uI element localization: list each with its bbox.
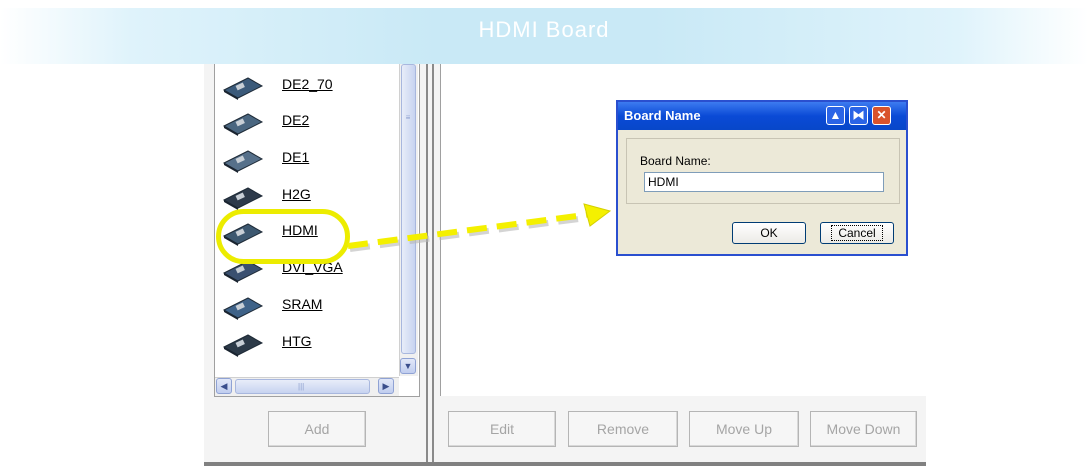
board-icon	[222, 297, 264, 320]
list-item[interactable]: DE2_70	[218, 70, 394, 106]
highlight-ellipse	[216, 209, 350, 264]
list-item-label: H2G	[282, 186, 311, 202]
list-item[interactable]: DE1	[218, 143, 394, 179]
scroll-right-button[interactable]: ▶	[378, 378, 394, 394]
list-item-label: DE2_70	[282, 76, 333, 92]
close-icon[interactable]: ✕	[872, 106, 891, 125]
board-icon	[222, 150, 264, 173]
page-title: HDMI Board	[478, 17, 610, 42]
board-icon	[222, 187, 264, 210]
move-up-button[interactable]: Move Up	[689, 411, 799, 447]
restore-icon[interactable]: ⧓	[849, 106, 868, 125]
cancel-button[interactable]: Cancel	[820, 222, 894, 244]
field-group	[626, 138, 900, 204]
cancel-label: Cancel	[831, 225, 883, 241]
board-name-dialog: Board Name ▲ ⧓ ✕ Board Name: HDMI OK Can…	[616, 100, 908, 256]
scroll-down-button[interactable]: ▼	[400, 358, 416, 374]
move-down-button[interactable]: Move Down	[810, 411, 917, 447]
list-item-label: HTG	[282, 333, 312, 349]
ok-button[interactable]: OK	[732, 222, 806, 244]
panel-divider	[432, 64, 434, 464]
add-button[interactable]: Add	[268, 411, 366, 447]
scroll-left-button[interactable]: ◀	[216, 378, 232, 394]
list-item-label: DE2	[282, 112, 310, 128]
board-name-field[interactable]: HDMI	[644, 172, 884, 192]
board-icon	[222, 334, 264, 357]
list-item-label: DE1	[282, 149, 310, 165]
dialog-title: Board Name	[624, 108, 701, 123]
list-item[interactable]: HTG	[218, 327, 394, 363]
list-item[interactable]: SRAM	[218, 290, 394, 326]
grip-icon: |||	[298, 382, 305, 391]
triangle-up-icon[interactable]: ▲	[826, 106, 845, 125]
dashed-arrow-icon	[347, 203, 612, 252]
board-icon	[222, 77, 264, 100]
remove-button[interactable]: Remove	[568, 411, 678, 447]
list-item-label: SRAM	[282, 296, 323, 312]
grip-icon: ≡	[405, 113, 411, 122]
frame-bottom-border	[204, 462, 926, 466]
edit-button[interactable]: Edit	[448, 411, 556, 447]
list-item[interactable]: DE2	[218, 106, 394, 142]
board-icon	[222, 113, 264, 136]
board-name-label: Board Name:	[640, 154, 711, 168]
